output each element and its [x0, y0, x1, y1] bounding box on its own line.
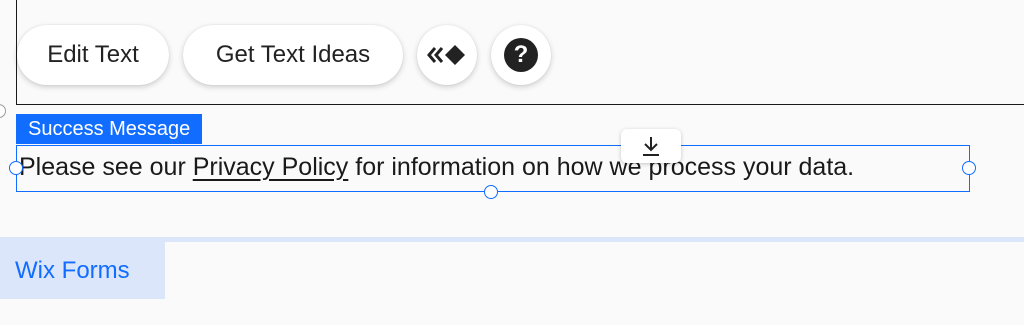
resize-handle-right[interactable]	[962, 161, 976, 175]
text-after: for information on how we process your d…	[348, 153, 855, 181]
resize-handle-bottom[interactable]	[484, 185, 498, 199]
download-icon	[643, 137, 659, 156]
question-mark-icon: ?	[504, 38, 538, 72]
resize-handle-left[interactable]	[9, 161, 23, 175]
download-button[interactable]	[621, 129, 681, 163]
edit-text-button[interactable]: Edit Text	[17, 25, 169, 85]
animation-button[interactable]	[417, 25, 477, 85]
privacy-policy-link[interactable]: Privacy Policy	[193, 153, 349, 181]
edit-text-label: Edit Text	[47, 41, 139, 68]
chevron-diamond-icon	[427, 45, 465, 65]
wix-forms-label: Wix Forms	[15, 256, 130, 284]
element-label-tag: Success Message	[16, 114, 203, 144]
success-message-text[interactable]: Please see our Privacy Policy for inform…	[19, 150, 854, 184]
get-text-ideas-label: Get Text Ideas	[215, 41, 371, 68]
help-button[interactable]: ?	[491, 25, 551, 85]
wix-forms-tab[interactable]: Wix Forms	[0, 242, 165, 299]
text-before: Please see our	[19, 153, 193, 181]
get-text-ideas-button[interactable]: Get Text Ideas	[183, 25, 403, 85]
left-edge-handle[interactable]	[0, 104, 6, 118]
